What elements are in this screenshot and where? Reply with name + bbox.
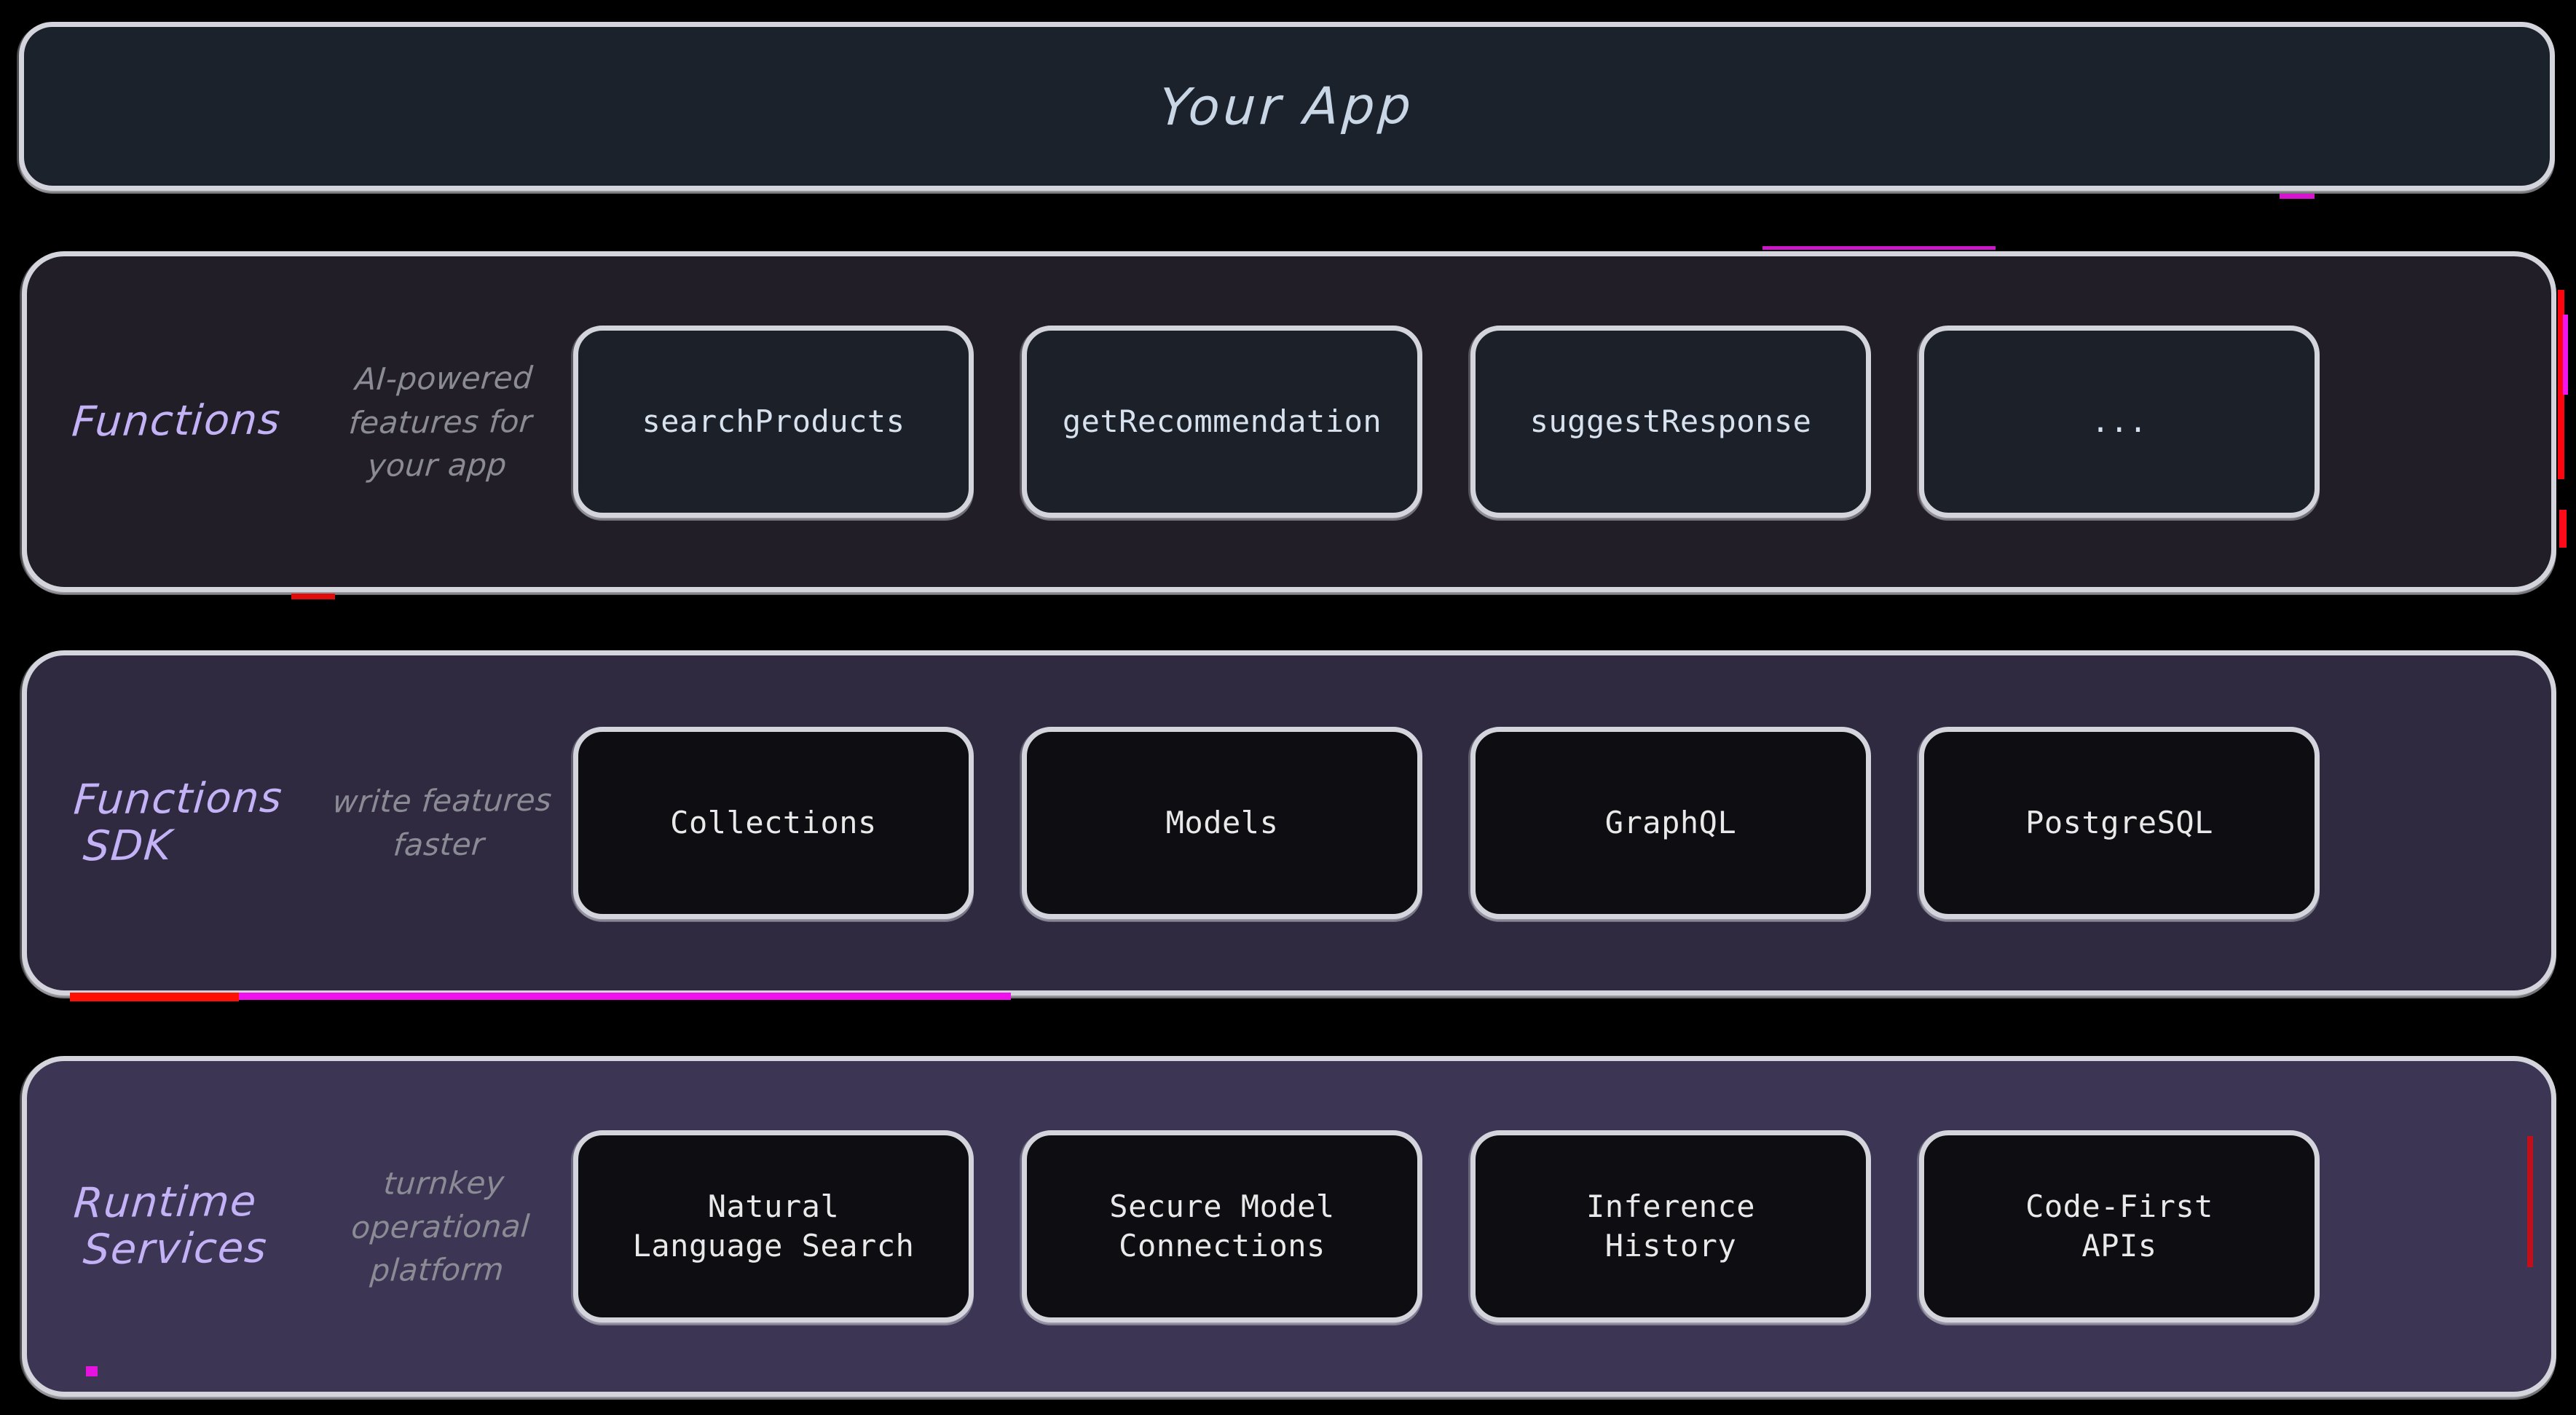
layer-title-runtime-services: Runtime Services [23,1178,322,1274]
chip-label-line2: History [1604,1228,1737,1264]
chip-label: ... [2091,403,2148,440]
chip-label: searchProducts [642,403,905,440]
chip-natural-language-search[interactable]: Natural Language Search [573,1130,974,1323]
chip-label-line1: Code-First [2025,1189,2213,1225]
architecture-diagram: Your App Functions AI-powered features f… [0,0,2576,1415]
layer-title-line1: Runtime [71,1177,259,1228]
chip-list-functions: searchProducts getRecommendation suggest… [573,326,2551,518]
layer-title-functions: Functions [25,395,320,446]
chip-label-line2: APIs [2081,1228,2157,1264]
edge-artifact [2280,194,2315,199]
chip-label-line1: Inference [1586,1189,1756,1225]
chip-label: suggestResponse [1529,403,1812,440]
chip-label: Models [1165,805,1279,841]
chip-search-products[interactable]: searchProducts [573,326,974,518]
chip-graphql[interactable]: GraphQL [1470,727,1871,919]
layer-title-line1: Functions [70,395,283,446]
chip-list-functions-sdk: Collections Models GraphQL PostgreSQL [573,727,2551,919]
chip-label: getRecommendation [1062,403,1382,440]
layer-row-runtime-services: Runtime Services turnkey operational pla… [22,1056,2556,1397]
edge-artifact [86,1366,98,1376]
chip-label: GraphQL [1604,805,1737,841]
layer-title-functions-sdk: Functions SDK [23,773,322,871]
edge-artifact [291,594,335,599]
chip-postgresql[interactable]: PostgreSQL [1919,727,2320,919]
chip-more-ellipsis[interactable]: ... [1919,326,2320,518]
edge-artifact [239,993,1011,1000]
edge-artifact [2563,315,2568,395]
layer-tagline-runtime-services: turnkey operational platform [350,1164,532,1288]
your-app-title: Your App [1157,75,1417,138]
layer-tagline-functions: AI-powered features for your app [347,359,535,484]
chip-secure-model-connections[interactable]: Secure Model Connections [1022,1130,1422,1323]
edge-artifact [1762,246,1996,250]
chip-label-line2: Connections [1119,1228,1326,1264]
chip-code-first-apis[interactable]: Code-First APIs [1919,1130,2320,1323]
layer-title-line1: Functions [71,773,285,824]
your-app-box: Your App [19,22,2555,191]
chip-models[interactable]: Models [1022,727,1422,919]
edge-artifact [2559,510,2567,548]
layer-title-line2: Services [81,1223,269,1274]
chip-suggest-response[interactable]: suggestResponse [1470,326,1871,518]
chip-label-line2: Language Search [632,1228,915,1264]
chip-get-recommendation[interactable]: getRecommendation [1022,326,1422,518]
layer-row-functions-sdk: Functions SDK write features faster Coll… [22,650,2556,996]
edge-artifact [2527,1136,2533,1267]
chip-list-runtime-services: Natural Language Search Secure Model Con… [573,1130,2551,1323]
chip-label: PostgreSQL [2025,805,2213,841]
layer-tagline-functions-sdk: write features faster [331,782,554,863]
layer-row-functions: Functions AI-powered features for your a… [22,251,2556,592]
chip-inference-history[interactable]: Inference History [1470,1130,1871,1323]
edge-artifact [70,993,239,1001]
chip-label-line1: Natural [707,1189,840,1225]
chip-label: Collections [670,805,877,841]
layer-title-line2: SDK [81,821,175,871]
chip-label-line1: Secure Model [1109,1189,1335,1225]
chip-collections[interactable]: Collections [573,727,974,919]
